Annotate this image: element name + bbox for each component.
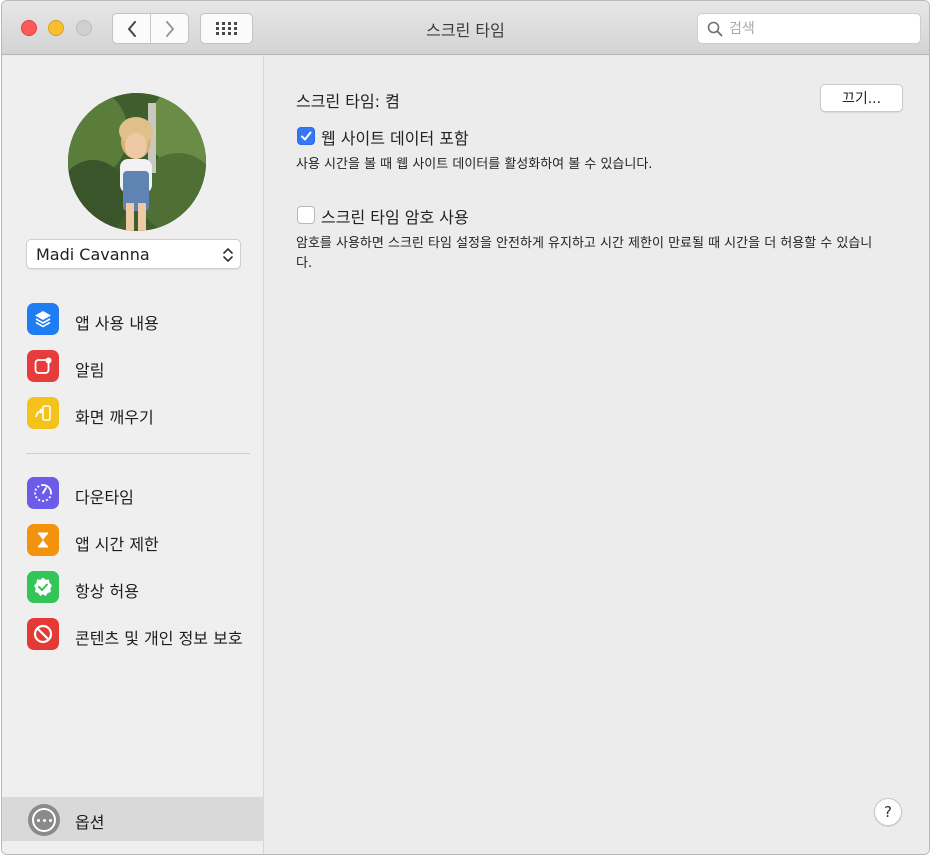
checkmark-icon: [301, 131, 312, 141]
options-label: 옵션: [75, 813, 105, 832]
sidebar-item-label: 알림: [75, 361, 105, 380]
sidebar-item-label: 다운타임: [75, 488, 134, 507]
hourglass-icon: [27, 524, 59, 556]
sidebar-item-pickups[interactable]: 화면 깨우기: [27, 397, 257, 431]
more-options-icon: [28, 804, 60, 836]
pickup-icon: [27, 397, 59, 429]
use-passcode-label: 스크린 타임 암호 사용: [321, 208, 469, 227]
sidebar: Madi Cavanna 앱 사용 내용 알림 화면 깨우기 다운타임 앱 시간…: [2, 56, 264, 854]
sidebar-item-content-privacy[interactable]: 콘텐츠 및 개인 정보 보호: [27, 618, 257, 652]
layers-icon: [27, 303, 59, 335]
checkmark-badge-icon: [27, 571, 59, 603]
use-passcode-description: 암호를 사용하면 스크린 타임 설정을 안전하게 유지하고 시간 제한이 만료될…: [296, 236, 873, 271]
search-icon: [707, 21, 723, 37]
search-field[interactable]: [697, 13, 921, 44]
sidebar-item-app-usage[interactable]: 앱 사용 내용: [27, 303, 257, 337]
turn-off-button[interactable]: 끄기...: [820, 84, 903, 112]
downtime-icon: [27, 477, 59, 509]
sidebar-item-label: 앱 사용 내용: [75, 314, 159, 333]
restriction-icon: [27, 618, 59, 650]
include-website-data-label: 웹 사이트 데이터 포함: [321, 129, 469, 148]
sidebar-item-label: 화면 깨우기: [75, 408, 154, 427]
sidebar-item-always-allowed[interactable]: 항상 허용: [27, 571, 257, 605]
sidebar-item-label: 콘텐츠 및 개인 정보 보호: [75, 629, 243, 648]
sidebar-item-downtime[interactable]: 다운타임: [27, 477, 257, 511]
user-select[interactable]: Madi Cavanna: [26, 239, 241, 269]
include-website-data-description: 사용 시간을 볼 때 웹 사이트 데이터를 활성화하여 볼 수 있습니다.: [296, 157, 653, 172]
sidebar-item-label: 앱 시간 제한: [75, 535, 159, 554]
notification-icon: [27, 350, 59, 382]
sidebar-item-app-limits[interactable]: 앱 시간 제한: [27, 524, 257, 558]
search-input[interactable]: [729, 18, 909, 40]
user-photo: [68, 93, 206, 231]
help-button[interactable]: ?: [874, 798, 902, 826]
use-passcode-checkbox[interactable]: [297, 206, 315, 224]
screen-time-status: 스크린 타임: 켬: [296, 92, 400, 111]
chevron-updown-icon: [223, 248, 233, 262]
user-select-value: Madi Cavanna: [36, 245, 150, 264]
sidebar-divider: [26, 453, 250, 454]
sidebar-item-options[interactable]: 옵션: [2, 797, 264, 841]
avatar[interactable]: [68, 93, 206, 231]
sidebar-item-notifications[interactable]: 알림: [27, 350, 257, 384]
include-website-data-checkbox[interactable]: [297, 127, 315, 145]
system-preferences-window: 스크린 타임 Madi: [1, 0, 930, 855]
main-pane: 스크린 타임: 켬 끄기... 웹 사이트 데이터 포함 사용 시간을 볼 때 …: [265, 56, 929, 854]
sidebar-item-label: 항상 허용: [75, 582, 139, 601]
title-bar: 스크린 타임: [2, 1, 929, 55]
